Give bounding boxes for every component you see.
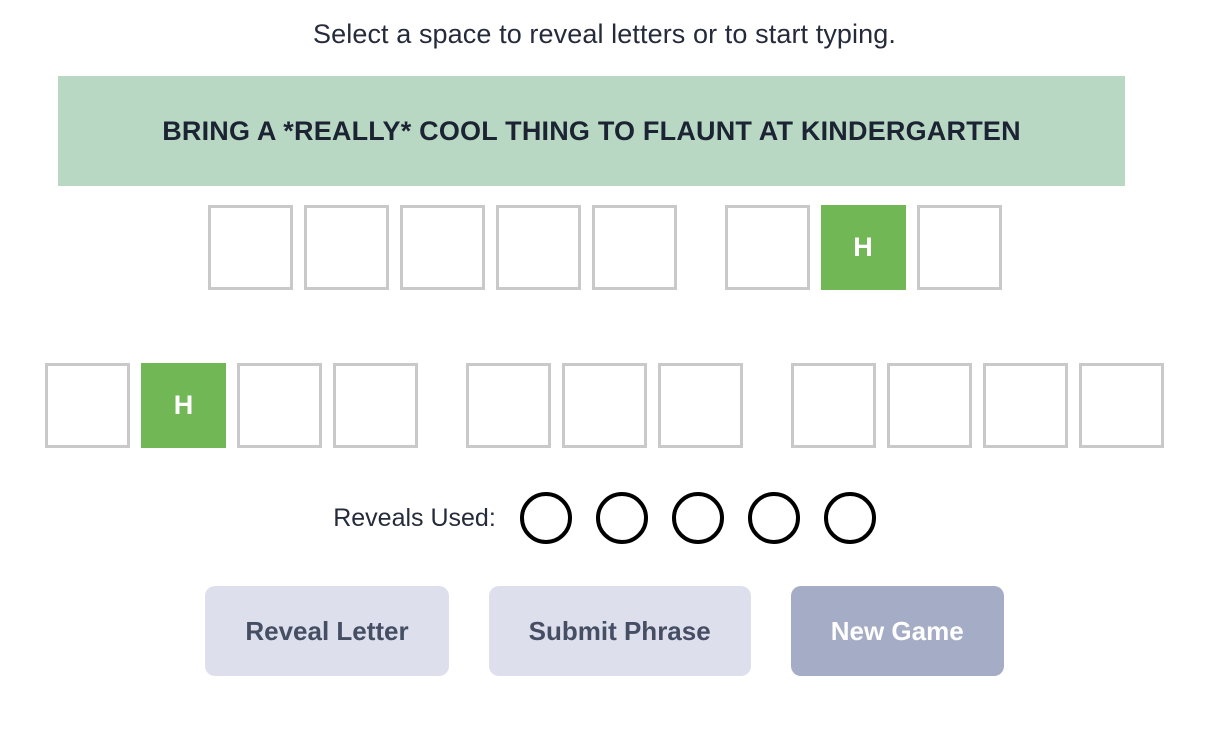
letter-tile-empty[interactable] <box>916 205 1002 290</box>
word-group: H <box>724 205 1002 290</box>
instruction-text: Select a space to reveal letters or to s… <box>313 19 896 49</box>
word-group <box>791 363 1164 448</box>
word-group <box>207 205 677 290</box>
reveal-dot <box>671 492 724 544</box>
submit-phrase-button[interactable]: Submit Phrase <box>488 586 751 676</box>
word-group: H <box>45 363 418 448</box>
letter-tile-empty[interactable] <box>562 363 647 448</box>
reveal-dots-group <box>519 492 876 544</box>
word-group <box>466 363 743 448</box>
reveal-dot <box>747 492 800 544</box>
reveal-dot <box>823 492 876 544</box>
letter-tile-empty[interactable] <box>45 363 130 448</box>
reveals-used-row: Reveals Used: <box>0 492 1209 544</box>
letter-tile-empty[interactable] <box>983 363 1068 448</box>
reveals-used-label: Reveals Used: <box>333 504 496 532</box>
letter-tile-empty[interactable] <box>495 205 581 290</box>
letter-tile-empty[interactable] <box>207 205 293 290</box>
letter-tile-empty[interactable] <box>1079 363 1164 448</box>
reveal-dot <box>519 492 572 544</box>
letter-tile-revealed[interactable]: H <box>820 205 906 290</box>
reveal-dot <box>595 492 648 544</box>
new-game-button[interactable]: New Game <box>790 586 1004 676</box>
letter-tile-empty[interactable] <box>791 363 876 448</box>
letter-tile-empty[interactable] <box>303 205 389 290</box>
phrase-banner: BRING A *REALLY* COOL THING TO FLAUNT AT… <box>58 76 1125 186</box>
letter-tile-empty[interactable] <box>466 363 551 448</box>
letter-tile-empty[interactable] <box>333 363 418 448</box>
phrase-text: BRING A *REALLY* COOL THING TO FLAUNT AT… <box>162 115 1021 146</box>
letter-tile-empty[interactable] <box>237 363 322 448</box>
letter-tile-revealed[interactable]: H <box>141 363 226 448</box>
letter-tile-empty[interactable] <box>658 363 743 448</box>
letter-board-row-1: H <box>0 205 1209 290</box>
letter-board-row-2: H <box>0 363 1209 448</box>
letter-tile-empty[interactable] <box>724 205 810 290</box>
letter-tile-empty[interactable] <box>591 205 677 290</box>
letter-tile-empty[interactable] <box>887 363 972 448</box>
action-button-row: Reveal Letter Submit Phrase New Game <box>0 586 1209 676</box>
letter-tile-empty[interactable] <box>399 205 485 290</box>
reveal-letter-button[interactable]: Reveal Letter <box>205 586 449 676</box>
